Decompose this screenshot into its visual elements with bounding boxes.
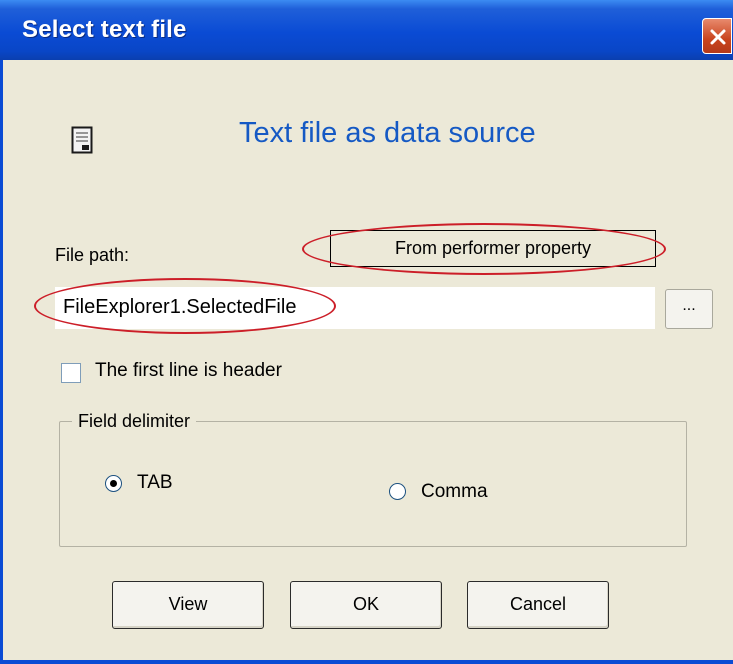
comma-radio[interactable] [389, 483, 406, 500]
window-title: Select text file [22, 16, 187, 43]
radio-selected-dot [110, 480, 117, 487]
window-border-bottom [0, 660, 733, 664]
first-line-header-checkbox[interactable] [61, 363, 81, 383]
field-delimiter-legend: Field delimiter [72, 411, 197, 432]
view-button[interactable]: View [112, 581, 264, 629]
title-bar[interactable]: Select text file [0, 0, 733, 60]
from-performer-property-button[interactable]: From performer property [330, 230, 656, 267]
ok-button[interactable]: OK [290, 581, 442, 629]
file-path-label: File path: [55, 245, 130, 265]
file-path-input[interactable]: FileExplorer1.SelectedFile [55, 287, 655, 329]
tab-radio[interactable] [105, 475, 122, 492]
dialog-window: Select text file Text file as data sourc… [0, 0, 733, 664]
first-line-header-label[interactable]: The first line is header [95, 360, 282, 382]
browse-button[interactable]: ... [665, 289, 713, 329]
close-button[interactable] [702, 18, 732, 54]
cancel-button[interactable]: Cancel [467, 581, 609, 629]
text-document-icon [71, 126, 93, 159]
dialog-heading: Text file as data source [239, 117, 536, 149]
tab-radio-label[interactable]: TAB [137, 472, 173, 494]
comma-radio-label[interactable]: Comma [421, 481, 488, 503]
close-icon [710, 29, 726, 45]
window-border-left [0, 60, 3, 664]
